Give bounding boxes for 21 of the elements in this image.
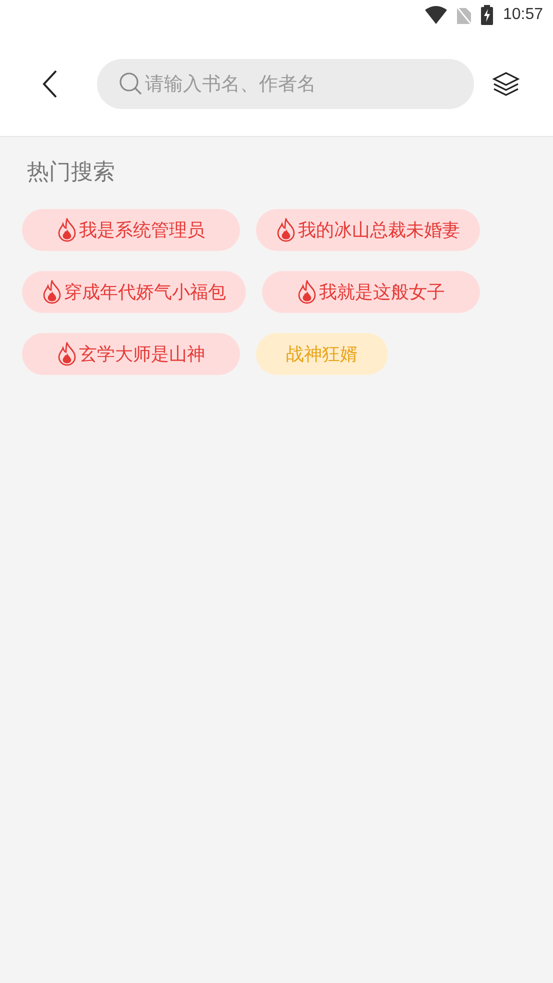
flame-icon <box>57 342 77 366</box>
no-sim-icon <box>456 6 471 24</box>
search-field[interactable]: 请输入书名、作者名 <box>145 72 445 94</box>
flame-icon <box>57 218 77 242</box>
flame-icon <box>42 280 62 304</box>
flame-icon <box>297 280 317 304</box>
search-tag[interactable]: 穿成年代娇气小福包 <box>22 271 246 313</box>
search-tag[interactable]: 玄学大师是山神 <box>22 333 240 375</box>
back-icon[interactable] <box>42 70 58 98</box>
search-icon <box>119 72 143 96</box>
section-title: 热门搜索 <box>27 159 116 187</box>
search-tag[interactable]: 我的冰山总裁未婚妻 <box>256 209 480 251</box>
search-tag[interactable]: 我是系统管理员 <box>22 209 240 251</box>
wifi-icon <box>424 6 447 24</box>
search-tag[interactable]: 战神狂婿 <box>256 333 388 375</box>
search-bar[interactable]: 请输入书名、作者名 <box>97 58 474 108</box>
search-tag[interactable]: 我就是这般女子 <box>262 271 480 313</box>
layers-icon[interactable] <box>492 70 520 96</box>
status-time: 10:57 <box>502 6 543 24</box>
flame-icon <box>276 218 296 242</box>
battery-charging-icon <box>480 5 493 25</box>
